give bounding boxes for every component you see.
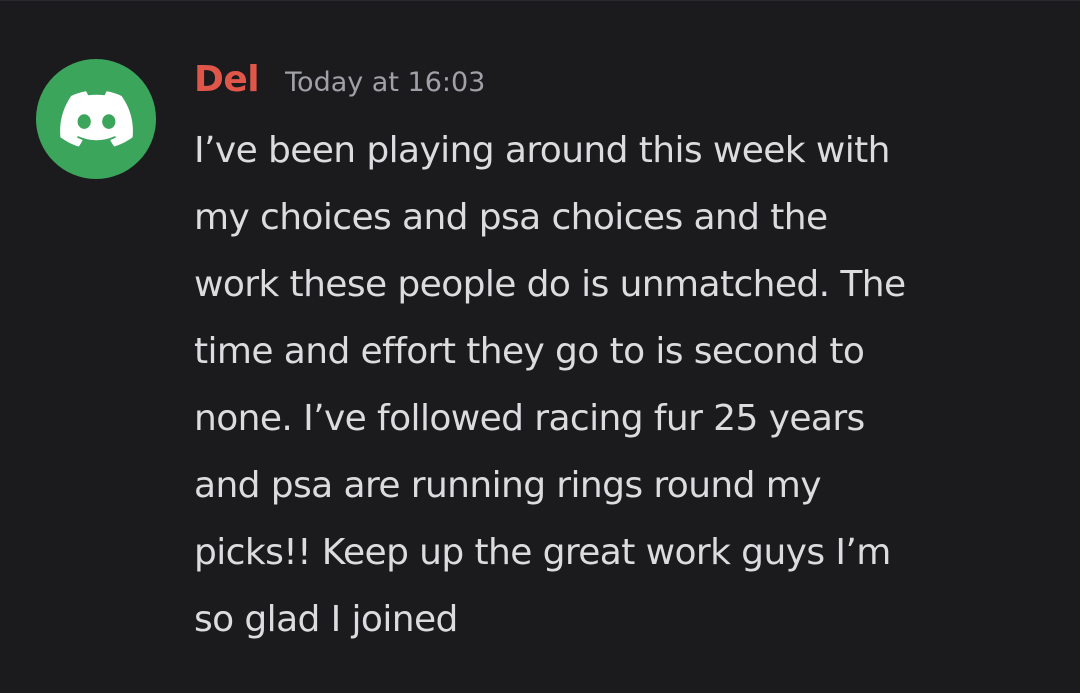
discord-logo-icon [60,91,133,147]
message-line: and psa are running rings round my [194,465,822,506]
message-timestamp: Today at 16:03 [285,67,486,98]
message-line: so glad I joined [194,599,458,640]
message-line: I’ve been playing around this week with [194,130,890,171]
message-line: none. I’ve followed racing fur 25 years [194,398,865,439]
message-line: time and effort they go to is second to [194,331,865,372]
message-line: my choices and psa choices and the [194,197,828,238]
chat-message: Del Today at 16:03 I’ve been playing aro… [0,0,1080,693]
message-body: I’ve been playing around this week with … [194,117,1064,653]
message-header: Del Today at 16:03 [194,59,485,109]
avatar[interactable] [36,59,156,179]
author-username[interactable]: Del [194,59,260,100]
message-line: picks!! Keep up the great work guys I’m [194,532,891,573]
message-line: work these people do is unmatched. The [194,264,906,305]
